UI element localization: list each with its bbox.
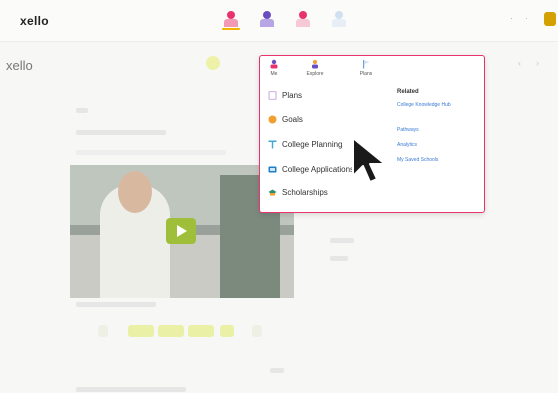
plans-icon xyxy=(268,90,277,100)
sub-brand-logo: xello xyxy=(6,58,33,73)
nav-plans-icon[interactable] xyxy=(330,10,348,32)
faint-text-line xyxy=(270,368,284,373)
dropdown-tab-explore[interactable]: Explore xyxy=(303,59,327,77)
menu-item-college-applications[interactable]: College Applications xyxy=(268,162,354,176)
faint-text-line xyxy=(330,256,348,261)
dropdown-tab-label: Plans xyxy=(359,71,373,77)
menu-item-label: College Planning xyxy=(282,139,343,149)
related-link-college-knowledge-hub[interactable]: College Knowledge Hub xyxy=(397,102,477,109)
prev-arrow-icon[interactable]: ‹ xyxy=(518,58,521,68)
menu-item-goals[interactable]: Goals xyxy=(268,112,303,126)
rating-pill[interactable] xyxy=(98,325,108,337)
related-link-my-saved-schools[interactable]: My Saved Schools xyxy=(397,157,477,164)
related-heading: Related xyxy=(397,89,419,95)
scholarships-icon xyxy=(268,188,277,197)
video-face xyxy=(118,171,152,213)
faint-text-line xyxy=(330,238,354,243)
plans-dropdown-menu: Me Explore Plans Plans Goals College Pla… xyxy=(259,55,485,213)
dropdown-tab-label: Me xyxy=(270,71,278,77)
video-caption-placeholder xyxy=(76,302,156,307)
related-link-pathways[interactable]: Pathways xyxy=(397,127,477,134)
dropdown-tab-me[interactable]: Me xyxy=(262,59,286,77)
compass-icon xyxy=(310,59,320,69)
college-planning-icon xyxy=(268,140,277,149)
menu-item-plans[interactable]: Plans xyxy=(268,88,302,102)
person-icon xyxy=(269,59,279,69)
menu-item-scholarships[interactable]: Scholarships xyxy=(268,185,328,199)
dropdown-tab-label: Explore xyxy=(306,71,324,77)
mouse-cursor-icon xyxy=(350,136,390,184)
rating-pill[interactable] xyxy=(158,325,184,337)
notifications-icon[interactable]: · xyxy=(510,14,513,23)
nav-me-icon[interactable] xyxy=(222,10,240,32)
menu-item-label: College Applications xyxy=(282,164,355,174)
menu-item-label: Goals xyxy=(282,114,303,124)
rating-pill[interactable] xyxy=(252,325,262,337)
messages-icon[interactable]: · xyxy=(525,14,528,23)
rating-pill[interactable] xyxy=(188,325,214,337)
faint-text-line xyxy=(76,387,186,392)
related-link-analytics[interactable]: Analytics xyxy=(397,142,477,149)
college-applications-icon xyxy=(268,165,277,174)
brand-logo[interactable]: xello xyxy=(20,14,49,28)
nav-goals-icon[interactable] xyxy=(294,10,312,32)
menu-item-college-planning[interactable]: College Planning xyxy=(268,137,343,151)
nav-explore-icon[interactable] xyxy=(258,10,276,32)
goals-icon xyxy=(268,115,277,124)
avatar[interactable] xyxy=(544,12,556,26)
rating-pills xyxy=(98,325,268,339)
faint-text-line xyxy=(76,150,226,155)
rating-pill[interactable] xyxy=(128,325,154,337)
menu-item-label: Scholarships xyxy=(282,187,328,197)
next-arrow-icon[interactable]: › xyxy=(536,58,539,68)
flag-icon xyxy=(361,59,371,69)
rating-pill[interactable] xyxy=(220,325,234,337)
section-heading-placeholder xyxy=(76,130,166,135)
faint-text-line xyxy=(76,108,88,113)
play-button[interactable] xyxy=(166,218,196,244)
menu-item-label: Plans xyxy=(282,90,303,100)
lightbulb-icon[interactable] xyxy=(206,56,220,70)
top-navigation-bar: xello · · xyxy=(0,0,558,42)
dropdown-tab-plans[interactable]: Plans xyxy=(354,59,378,77)
